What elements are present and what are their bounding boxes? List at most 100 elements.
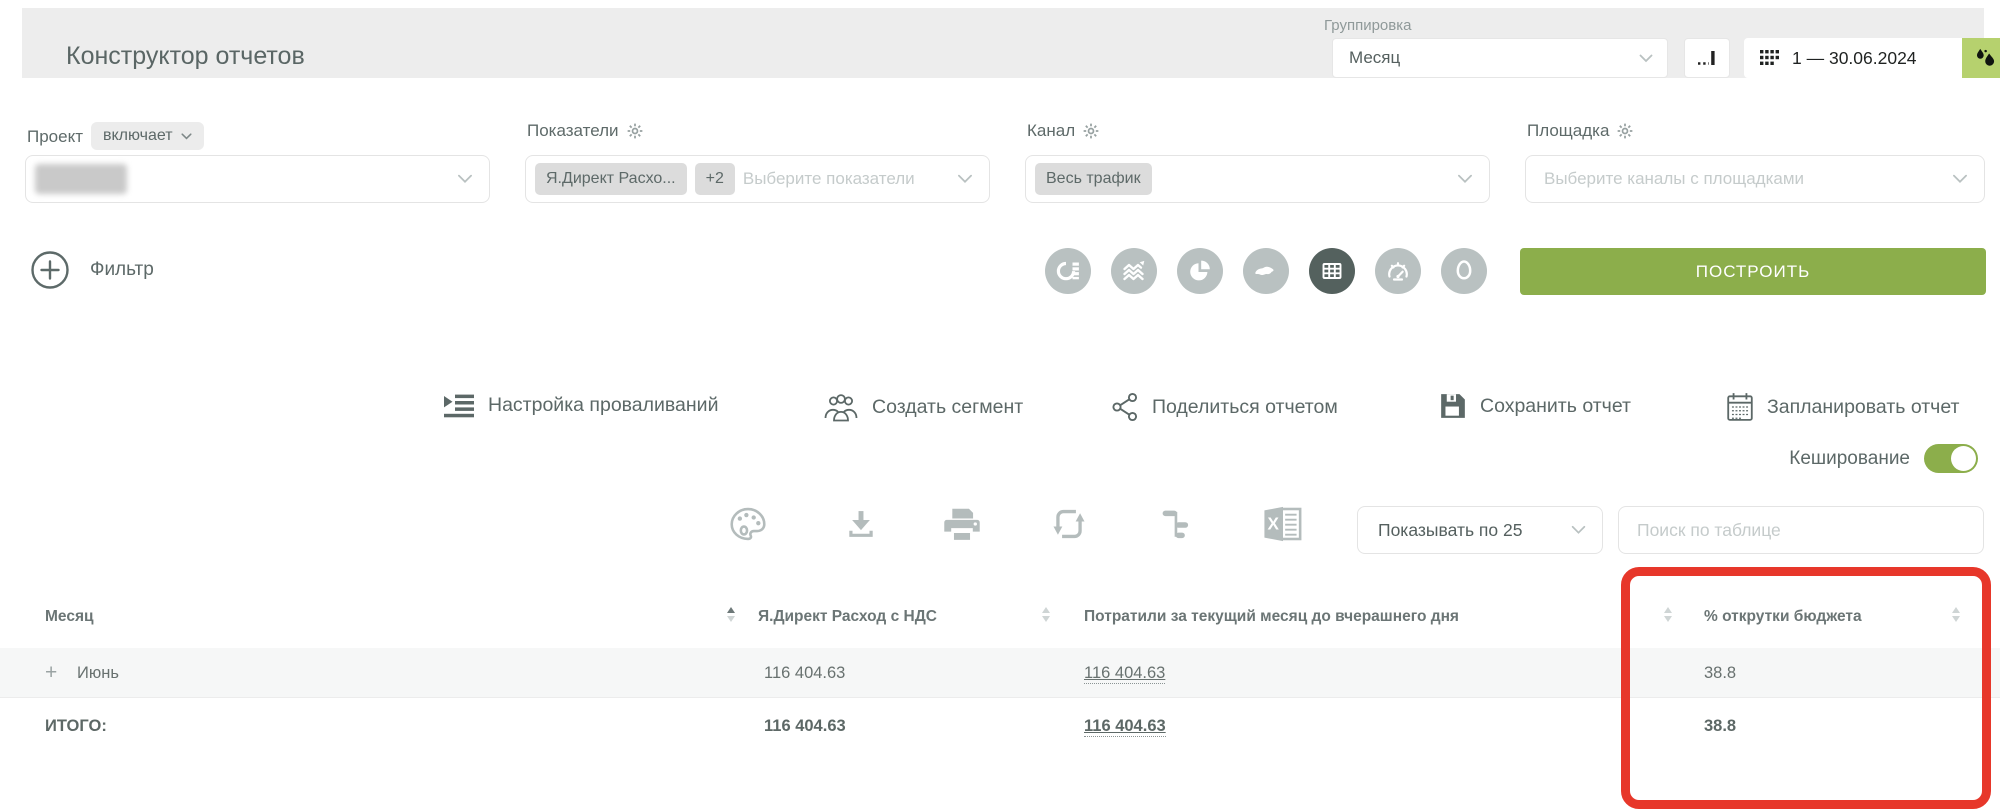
share-report-button[interactable]: Поделиться отчетом bbox=[1111, 392, 1338, 422]
total-yd-expense: 116 404.63 bbox=[764, 718, 846, 735]
plus-circle-icon bbox=[30, 250, 70, 290]
chevron-down-icon bbox=[457, 174, 473, 184]
project-label: Проект bbox=[27, 128, 83, 145]
chevron-down-icon bbox=[1952, 174, 1968, 184]
project-operator-chip[interactable]: включает bbox=[91, 122, 204, 150]
project-operator-value: включает bbox=[103, 128, 173, 144]
channel-select[interactable]: Весь трафик bbox=[1025, 155, 1490, 203]
cell-month: Июнь bbox=[77, 665, 119, 682]
save-floppy-icon bbox=[1439, 392, 1467, 420]
drilldown-icon bbox=[443, 392, 475, 419]
data-table-icon[interactable] bbox=[1309, 248, 1355, 294]
gear-icon[interactable] bbox=[1083, 123, 1099, 139]
page-title: Конструктор отчетов bbox=[66, 44, 305, 69]
channel-label: Канал bbox=[1027, 122, 1075, 139]
action-label: Поделиться отчетом bbox=[1152, 396, 1338, 419]
add-filter-button[interactable]: Фильтр bbox=[30, 250, 154, 290]
sort-control-month[interactable] bbox=[727, 607, 735, 622]
date-range-value: 1 — 30.06.2024 bbox=[1792, 48, 1917, 69]
columns-tree-icon[interactable] bbox=[1160, 508, 1194, 547]
column-header-month[interactable]: Месяц bbox=[45, 609, 94, 625]
channel-selected-chip[interactable]: Весь трафик bbox=[1035, 163, 1152, 195]
cell-budget-pct: 38.8 bbox=[1704, 665, 1736, 682]
create-segment-button[interactable]: Создать сегмент bbox=[823, 392, 1023, 422]
column-header-yd-expense[interactable]: Я.Директ Расход с НДС bbox=[758, 609, 937, 625]
table-search-input[interactable] bbox=[1618, 506, 1984, 554]
metrics-filter-label-row: Показатели bbox=[527, 122, 643, 139]
schedule-report-button[interactable]: Запланировать отчет bbox=[1726, 392, 1959, 422]
column-header-budget-pct[interactable]: % открутки бюджета bbox=[1704, 609, 1862, 625]
caching-toggle[interactable] bbox=[1924, 444, 1978, 473]
excel-export-icon[interactable]: X bbox=[1261, 504, 1305, 549]
geo-map-icon[interactable] bbox=[1243, 248, 1289, 294]
project-value-chip-redacted bbox=[35, 164, 127, 194]
platform-filter-label-row: Площадка bbox=[1527, 122, 1633, 139]
sort-control-budget-pct[interactable] bbox=[1952, 607, 1960, 622]
grouping-label: Группировка bbox=[1324, 18, 1411, 33]
metrics-label: Показатели bbox=[527, 122, 619, 139]
chevron-down-icon bbox=[1639, 54, 1653, 63]
compare-periods-button[interactable] bbox=[1684, 38, 1730, 78]
action-label: Запланировать отчет bbox=[1767, 396, 1959, 419]
column-header-spent-mtd[interactable]: Потратили за текущий месяц до вчерашнего… bbox=[1084, 609, 1459, 625]
total-label: ИТОГО: bbox=[45, 718, 107, 735]
cell-spent-mtd-link[interactable]: 116 404.63 bbox=[1084, 665, 1165, 684]
pie-chart-icon[interactable] bbox=[1177, 248, 1223, 294]
caching-row: Кеширование bbox=[0, 444, 1978, 473]
project-select[interactable] bbox=[25, 155, 490, 203]
report-builder-page: Конструктор отчетов Группировка Месяц 1 … bbox=[0, 0, 2000, 811]
grouping-value: Месяц bbox=[1349, 48, 1400, 68]
metrics-selected-chip[interactable]: Я.Директ Расхо... bbox=[535, 163, 687, 195]
area-waves-icon[interactable] bbox=[1111, 248, 1157, 294]
table-total-row: ИТОГО: 116 404.63 116 404.63 38.8 bbox=[0, 698, 2000, 760]
segment-people-icon bbox=[823, 392, 859, 422]
platform-label: Площадка bbox=[1527, 122, 1609, 139]
toggle-knob bbox=[1951, 446, 1976, 471]
compare-periods-icon bbox=[1696, 47, 1718, 69]
expand-row-icon[interactable]: + bbox=[45, 662, 57, 683]
action-label: Сохранить отчет bbox=[1480, 395, 1631, 418]
drilldown-settings-button[interactable]: Настройка проваливаний bbox=[443, 392, 718, 419]
caching-label: Кеширование bbox=[1789, 448, 1910, 470]
date-range-picker[interactable]: 1 — 30.06.2024 bbox=[1744, 38, 1962, 78]
page-size-value: Показывать по 25 bbox=[1378, 520, 1522, 541]
build-report-button[interactable]: ПОСТРОИТЬ bbox=[1520, 248, 1986, 295]
schedule-calendar-icon bbox=[1726, 392, 1754, 422]
platform-placeholder: Выберите каналы с площадками bbox=[1544, 169, 1804, 189]
platform-select[interactable]: Выберите каналы с площадками bbox=[1525, 155, 1985, 203]
calendar-grid-icon bbox=[1760, 50, 1780, 66]
add-filter-label: Фильтр bbox=[90, 259, 154, 281]
chevron-down-icon bbox=[957, 174, 973, 184]
sort-control-spent-mtd[interactable] bbox=[1664, 607, 1672, 622]
chevron-down-icon bbox=[1571, 525, 1586, 535]
metrics-placeholder: Выберите показатели bbox=[743, 169, 915, 189]
sort-control-yd-expense[interactable] bbox=[1042, 607, 1050, 622]
total-spent-mtd-link[interactable]: 116 404.63 bbox=[1084, 718, 1166, 737]
table-header-row: Месяц Я.Директ Расход с НДС Потратили за… bbox=[0, 585, 2000, 649]
ab-test-button[interactable] bbox=[1962, 38, 2000, 78]
header-bar: Конструктор отчетов Группировка Месяц 1 … bbox=[22, 8, 1984, 78]
metrics-more-chip[interactable]: +2 bbox=[695, 163, 735, 195]
grouping-select[interactable]: Месяц bbox=[1332, 38, 1668, 78]
action-label: Настройка проваливаний bbox=[488, 394, 718, 417]
egg-funnel-icon[interactable] bbox=[1441, 248, 1487, 294]
metrics-select[interactable]: Я.Директ Расхо... +2 Выберите показатели bbox=[525, 155, 990, 203]
gear-icon[interactable] bbox=[1617, 123, 1633, 139]
gear-icon[interactable] bbox=[627, 123, 643, 139]
share-icon bbox=[1111, 392, 1139, 422]
table-row: + Июнь 116 404.63 116 404.63 38.8 bbox=[0, 648, 2000, 698]
palette-icon[interactable] bbox=[729, 506, 767, 547]
download-icon[interactable] bbox=[845, 508, 877, 545]
total-budget-pct: 38.8 bbox=[1704, 718, 1736, 735]
refresh-icon[interactable] bbox=[1051, 506, 1087, 547]
combo-chart-icon[interactable] bbox=[1045, 248, 1091, 294]
page-size-select[interactable]: Показывать по 25 bbox=[1357, 506, 1603, 554]
chevron-down-icon bbox=[1457, 174, 1473, 184]
save-report-button[interactable]: Сохранить отчет bbox=[1439, 392, 1631, 420]
gauge-icon[interactable] bbox=[1375, 248, 1421, 294]
chevron-down-icon bbox=[181, 133, 192, 140]
action-label: Создать сегмент bbox=[872, 396, 1023, 419]
print-icon[interactable] bbox=[941, 506, 983, 547]
view-switcher bbox=[1045, 248, 1487, 294]
ab-drops-icon bbox=[1972, 45, 1998, 71]
